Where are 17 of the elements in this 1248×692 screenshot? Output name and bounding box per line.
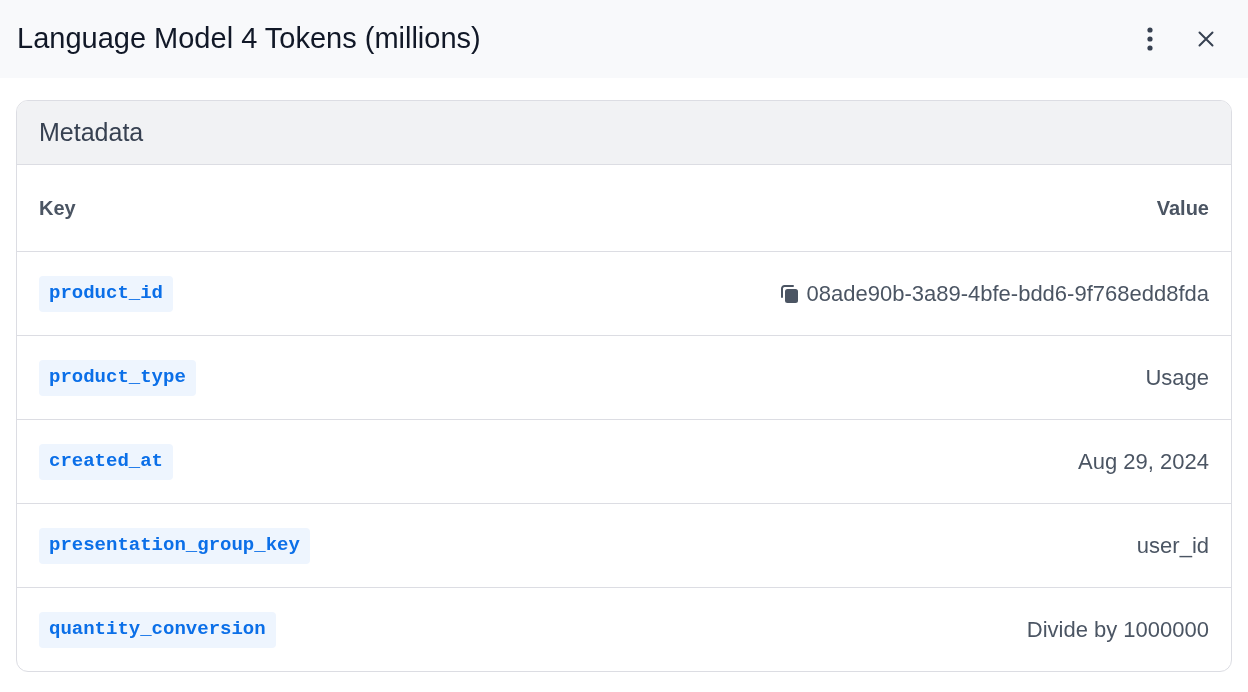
- key-badge: product_id: [39, 275, 174, 312]
- key-badge: presentation_group_key: [39, 527, 310, 564]
- value-text: Usage: [1145, 364, 1209, 392]
- column-header: Key: [39, 196, 76, 221]
- card-title: Metadata: [39, 116, 144, 148]
- key-badge: created_at: [39, 443, 174, 480]
- key-badge: quantity_conversion: [39, 611, 276, 648]
- value-text: 08ade90b-3a89-4bfe-bdd6-9f768edd8fda: [806, 280, 1209, 308]
- column-header: Value: [1156, 196, 1209, 221]
- panel-title: Language Model 4 Tokens (millions): [17, 21, 482, 57]
- value-text: Divide by 1000000: [1026, 616, 1209, 644]
- kebab-menu-icon: [1147, 27, 1153, 51]
- value-text: user_id: [1136, 532, 1209, 560]
- key-badge: product_type: [39, 359, 196, 396]
- close-icon: [1198, 31, 1214, 47]
- copy-icon[interactable]: [778, 283, 799, 304]
- value-text: Aug 29, 2024: [1078, 448, 1209, 476]
